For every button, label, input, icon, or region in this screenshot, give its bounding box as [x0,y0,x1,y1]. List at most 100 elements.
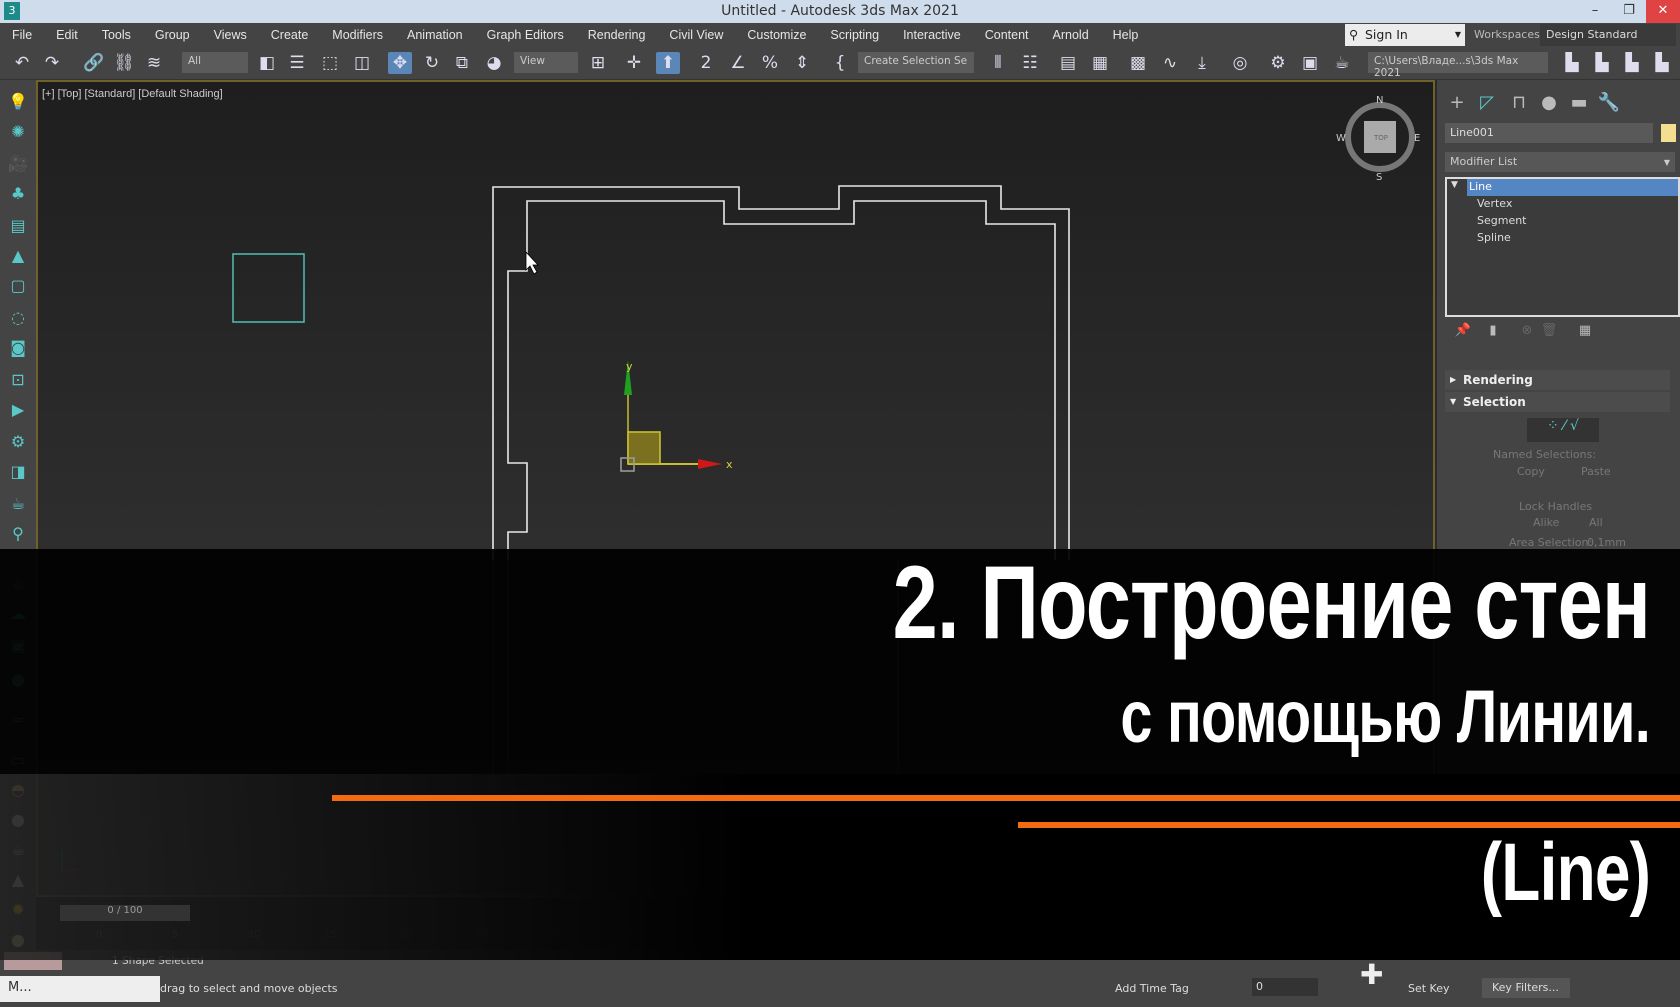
unlink-icon[interactable]: ⛓ [112,52,136,74]
named-selection-dropdown[interactable]: Create Selection Se [858,52,974,73]
spline-level-icon[interactable]: √ [1570,418,1579,434]
menu-civil-view[interactable]: Civil View [657,28,735,42]
redo-icon[interactable]: ↷ [40,52,64,74]
open-project-icon[interactable]: ▙ [1590,52,1614,74]
collapse-triangle-icon[interactable]: ▼ [1451,180,1458,190]
tree-icon[interactable]: ♣ [8,184,28,204]
menu-tools[interactable]: Tools [90,28,143,42]
camera-icon[interactable]: 🎥 [8,154,28,174]
rollout-selection[interactable]: ▼ Selection [1445,392,1670,412]
rectangular-selection-icon[interactable]: ⬚ [318,52,342,74]
menu-customize[interactable]: Customize [735,28,818,42]
remove-modifier-icon[interactable]: 🗑 [1537,323,1561,347]
modify-tab-icon[interactable]: ◸ [1475,92,1499,116]
alike-radio[interactable]: Alike [1533,516,1559,529]
menu-rendering[interactable]: Rendering [576,28,658,42]
schematic-view-icon[interactable]: ⤓ [1190,52,1214,74]
menu-file[interactable]: File [0,28,44,42]
select-and-scale-icon[interactable]: ⧉ [450,52,474,74]
grid-icon[interactable]: ⊡ [8,370,28,390]
add-time-tag-button[interactable]: Add Time Tag [1115,982,1189,995]
select-and-place-icon[interactable]: ◕ [482,52,506,74]
play-icon[interactable]: ▶ [8,400,28,420]
select-and-move-icon[interactable]: ✥ [388,52,412,74]
all-radio[interactable]: All [1589,516,1603,529]
menu-views[interactable]: Views [202,28,259,42]
object-color-swatch[interactable] [1661,124,1676,142]
viewcube-top[interactable]: TOP [1373,134,1388,142]
paste-button[interactable]: Paste [1581,465,1611,478]
curve-editor-icon[interactable]: ∿ [1158,52,1182,74]
project-tree-icon[interactable]: ▙ [1650,52,1674,74]
rotate-icon[interactable]: ◌ [8,308,28,328]
lock-handles-checkbox[interactable]: Lock Handles [1519,500,1592,513]
percent-snap-icon[interactable]: % [758,52,782,74]
configure-modifier-sets-icon[interactable]: ▦ [1573,323,1597,347]
cone-icon[interactable]: ▲ [8,246,28,266]
scene-explorer-icon[interactable]: ▤ [1056,52,1080,74]
menu-interactive[interactable]: Interactive [891,28,973,42]
set-key-button[interactable]: Set Key [1408,982,1450,995]
make-unique-icon[interactable]: ⊗ [1515,323,1539,347]
sign-in-button[interactable]: ⚲ Sign In ▼ [1345,24,1465,46]
stack-item-line[interactable]: Line [1467,179,1678,196]
select-object-icon[interactable]: ◧ [255,52,279,74]
angle-snap-icon[interactable]: ∠ [726,52,750,74]
spinner-snap-icon[interactable]: ⇕ [790,52,814,74]
current-frame-spinner[interactable]: 0 [1252,978,1318,996]
window-crossing-icon[interactable]: ◫ [350,52,374,74]
menu-arnold[interactable]: Arnold [1041,28,1101,42]
vertex-level-icon[interactable]: ⁘ [1547,418,1559,434]
snaps-toggle-icon[interactable]: 2 [694,52,718,74]
align-icon[interactable]: ☷ [1018,52,1042,74]
render-setup-icon[interactable]: ⚙ [1266,52,1290,74]
sun-icon[interactable]: ✺ [8,122,28,142]
reference-coordinate-dropdown[interactable]: View [514,52,578,73]
utilities-tab-icon[interactable]: 🔧 [1597,92,1621,116]
bulb-icon[interactable]: ⚲ [8,524,28,544]
bind-space-warp-icon[interactable]: ≋ [142,52,166,74]
motion-tab-icon[interactable]: ● [1537,92,1561,116]
edit-named-selection-icon[interactable]: { [828,52,852,74]
time-slider[interactable]: 0 / 100 [60,905,190,921]
menu-create[interactable]: Create [259,28,321,42]
select-by-name-icon[interactable]: ☰ [285,52,309,74]
set-key-icon[interactable]: ✚ [1360,958,1400,998]
keyboard-shortcut-override-icon[interactable]: ⬆ [656,52,680,74]
selection-filter-dropdown[interactable]: All [182,52,248,73]
modifier-list-dropdown[interactable]: Modifier List ▼ [1445,152,1675,172]
select-manipulate-icon[interactable]: ✛ [622,52,646,74]
light-icon[interactable]: 💡 [8,92,28,112]
material-editor-icon[interactable]: ◎ [1228,52,1252,74]
menu-graph-editors[interactable]: Graph Editors [475,28,576,42]
stack-item-vertex[interactable]: Vertex [1477,197,1512,210]
link-icon[interactable]: 🔗 [82,52,106,74]
workspace-dropdown[interactable]: Design Standard [1540,24,1676,46]
show-end-result-icon[interactable]: ▮ [1481,323,1505,347]
taskbar-thumbnail[interactable]: M... [0,976,160,1002]
toolbar-toggle-icon[interactable]: ▩ [1126,52,1150,74]
frame-icon[interactable]: ▢ [8,276,28,296]
menu-help[interactable]: Help [1101,28,1151,42]
layer-explorer-icon[interactable]: ▦ [1088,52,1112,74]
display-tab-icon[interactable]: ▬ [1567,92,1591,116]
stack-item-segment[interactable]: Segment [1477,214,1527,227]
list-icon[interactable]: ▤ [8,216,28,236]
teapot-icon[interactable]: ☕ [8,494,28,514]
restore-button[interactable]: ❐ [1612,0,1646,23]
menu-group[interactable]: Group [143,28,202,42]
project-icon[interactable]: ▙ [1560,52,1584,74]
select-and-rotate-icon[interactable]: ↻ [420,52,444,74]
menu-animation[interactable]: Animation [395,28,475,42]
object-name-input[interactable]: Line001 [1445,123,1653,143]
project-folder-dropdown[interactable]: C:\Users\Владе...s\3ds Max 2021 [1368,52,1548,79]
menu-content[interactable]: Content [973,28,1041,42]
close-button[interactable]: ✕ [1646,0,1680,23]
rendered-frame-window-icon[interactable]: ▣ [1298,52,1322,74]
menu-modifiers[interactable]: Modifiers [320,28,395,42]
menu-scripting[interactable]: Scripting [818,28,891,42]
camera-add-icon[interactable]: ⚙ [8,432,28,452]
sphere-icon[interactable]: ◙ [8,338,28,358]
project-settings-icon[interactable]: ▙ [1620,52,1644,74]
minimize-button[interactable]: – [1578,0,1612,23]
